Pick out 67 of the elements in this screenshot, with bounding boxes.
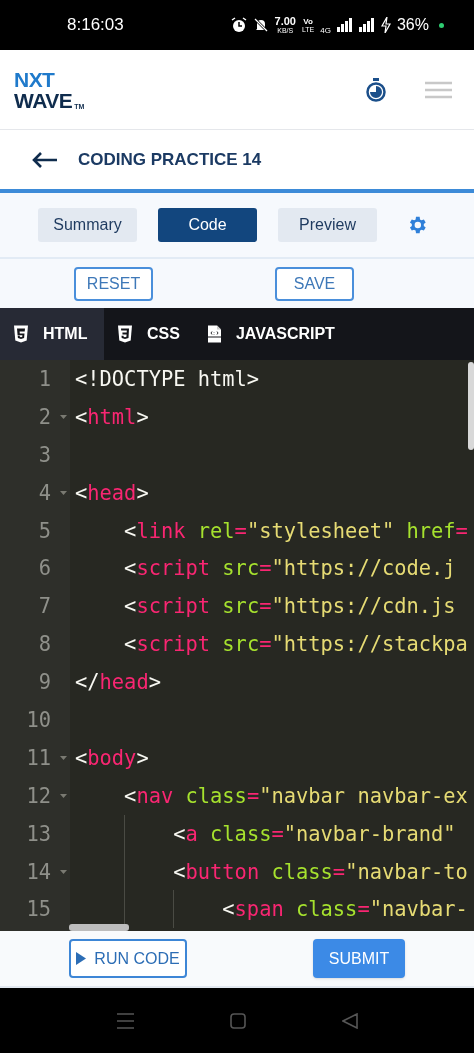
- scrollbar-thumb[interactable]: [468, 362, 474, 450]
- line-number: 3: [37, 442, 51, 467]
- line-number: 5: [37, 518, 51, 543]
- code-line: <a class="navbar-brand": [172, 821, 456, 846]
- fold-toggle-icon[interactable]: [59, 490, 67, 495]
- view-tab[interactable]: Preview: [278, 208, 377, 242]
- code-line: <script src="https://cdn.js: [123, 594, 456, 619]
- line-number: 6: [37, 556, 51, 581]
- logo-text: WAVE: [14, 89, 73, 111]
- line-number: 2: [37, 404, 51, 429]
- code-line: <script src="https://code.j: [123, 556, 456, 581]
- view-tab[interactable]: Code: [158, 208, 257, 242]
- network-speed: 7.00: [274, 16, 296, 27]
- line-number: 15: [25, 897, 51, 922]
- line-number: 12: [25, 783, 51, 808]
- code-line: <nav class="navbar navbar-ex: [123, 783, 468, 808]
- fold-toggle-icon[interactable]: [59, 869, 67, 874]
- line-number: 9: [37, 670, 51, 695]
- bell-muted-icon: [252, 17, 269, 33]
- fold-toggle-icon[interactable]: [59, 793, 67, 798]
- code-line: <script src="https://stackpa: [123, 632, 468, 657]
- file-tab[interactable]: JAVASCRIPT: [192, 308, 348, 360]
- alarm-icon: [230, 17, 247, 33]
- fold-toggle-icon[interactable]: [59, 755, 67, 760]
- page-title: CODING PRACTICE 14: [78, 148, 262, 171]
- css3-icon: [117, 324, 134, 344]
- js-file-icon: [205, 324, 223, 344]
- submit-button[interactable]: SUBMIT: [313, 939, 405, 978]
- battery-level: 36%: [396, 15, 429, 35]
- line-number: 11: [25, 745, 51, 770]
- network-type: 4G: [320, 25, 331, 37]
- code-line: <button class="navbar-to: [172, 859, 468, 884]
- file-tab[interactable]: HTML: [0, 308, 104, 360]
- play-icon: [76, 952, 87, 965]
- reset-button[interactable]: RESET: [74, 266, 153, 301]
- view-tab[interactable]: Summary: [38, 208, 137, 242]
- line-number: 14: [25, 859, 51, 884]
- code-line: <!DOCTYPE html>: [75, 366, 260, 391]
- home-icon[interactable]: [229, 1012, 246, 1029]
- line-number: 8: [37, 632, 51, 657]
- code-line: <head>: [75, 480, 149, 505]
- code-line: </head>: [75, 670, 161, 695]
- back-arrow-icon[interactable]: [32, 151, 58, 168]
- signal-icon: [358, 18, 375, 32]
- html5-icon: [13, 324, 30, 344]
- signal-icon: [336, 18, 353, 32]
- logo-text: NXT: [14, 68, 56, 90]
- line-number: 10: [25, 707, 51, 732]
- status-time: 8:16:03: [67, 14, 124, 37]
- code-line: <body>: [75, 745, 149, 770]
- fold-toggle-icon[interactable]: [59, 414, 67, 419]
- charging-icon: [380, 17, 391, 33]
- line-number: 13: [25, 821, 51, 846]
- line-number: 1: [37, 366, 51, 391]
- code-line: <span class="navbar-: [221, 897, 468, 922]
- code-line: <link rel="stylesheet" href=: [123, 518, 468, 543]
- volte-label: Vo: [303, 17, 313, 26]
- code-line: <html>: [75, 404, 149, 429]
- stopwatch-icon[interactable]: [365, 77, 387, 102]
- line-number: 4: [37, 480, 51, 505]
- run-code-button[interactable]: RUN CODE: [69, 939, 187, 978]
- save-button[interactable]: SAVE: [275, 266, 354, 301]
- file-tab[interactable]: CSS: [104, 308, 193, 360]
- recents-icon[interactable]: [116, 1012, 134, 1029]
- line-number: 7: [37, 594, 51, 619]
- back-icon[interactable]: [341, 1012, 358, 1029]
- scrollbar-thumb[interactable]: [69, 924, 129, 931]
